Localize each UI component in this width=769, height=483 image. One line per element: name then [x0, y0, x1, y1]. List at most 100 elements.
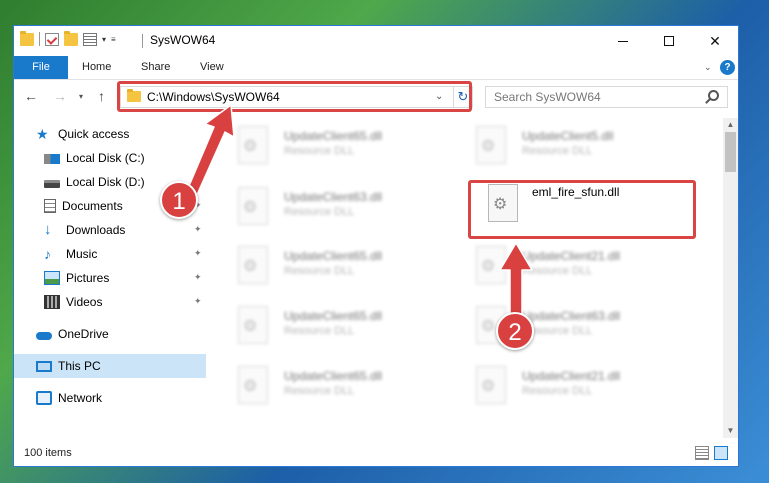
onedrive-icon: [36, 332, 52, 340]
file-name: UpdateClient5.dll: [522, 129, 614, 143]
sidebar-item-pictures[interactable]: Pictures ✦: [14, 266, 206, 290]
file-tile[interactable]: UpdateClient65.dll Resource DLL: [238, 246, 438, 290]
search-input[interactable]: [486, 87, 696, 107]
file-type: Resource DLL: [284, 145, 355, 157]
file-name: UpdateClient63.dll: [284, 190, 383, 204]
sidebar-item-label: Downloads: [66, 223, 126, 237]
file-name: UpdateClient65.dll: [284, 249, 383, 263]
dll-file-icon: [238, 187, 268, 225]
sidebar-item-label: Local Disk (D:): [66, 175, 145, 189]
drive-d-icon: [44, 179, 60, 188]
title-bar: ▾ ≡ SysWOW64 ✕: [14, 26, 738, 56]
documents-icon: [44, 199, 56, 213]
sidebar-item-label: Network: [58, 391, 103, 405]
ribbon: File Home Share View ⌄ ?: [14, 56, 738, 80]
window-title: SysWOW64: [150, 33, 216, 47]
sidebar-item-onedrive[interactable]: OneDrive: [14, 322, 206, 346]
pictures-icon: [44, 271, 60, 285]
vertical-scrollbar[interactable]: ▲ ▼: [723, 118, 738, 438]
file-tile[interactable]: UpdateClient63.dll Resource DLL: [238, 187, 438, 231]
file-tile[interactable]: UpdateClient65.dll Resource DLL: [238, 306, 438, 350]
search-box[interactable]: [485, 86, 728, 108]
minimize-button[interactable]: [600, 26, 646, 56]
sidebar-item-music[interactable]: ♪ Music ✦: [14, 242, 206, 266]
pin-icon: ✦: [194, 248, 202, 258]
sidebar-item-downloads[interactable]: ↓ Downloads ✦: [14, 218, 206, 242]
file-name: UpdateClient63.dll: [522, 309, 621, 323]
star-icon: ★: [36, 126, 49, 142]
step-2-badge: 2: [496, 312, 534, 350]
sidebar-item-quick-access[interactable]: ★ Quick access: [36, 122, 206, 146]
file-type: Resource DLL: [284, 265, 355, 277]
file-tile[interactable]: UpdateClient21.dll Resource DLL: [476, 246, 676, 290]
sidebar-item-label: Local Disk (C:): [66, 151, 145, 165]
up-button[interactable]: ↑: [98, 88, 105, 104]
sidebar-item-label: Quick access: [58, 127, 130, 141]
drive-c-icon: [44, 154, 60, 164]
title-divider: [142, 34, 143, 48]
search-icon[interactable]: [708, 90, 719, 101]
dll-file-icon: [476, 126, 506, 164]
close-button[interactable]: ✕: [692, 26, 738, 56]
new-folder-icon[interactable]: [64, 30, 78, 46]
item-count: 100 items: [24, 447, 72, 459]
pin-icon: ✦: [194, 224, 202, 234]
videos-icon: [44, 295, 60, 309]
sidebar-item-local-disk-c[interactable]: Local Disk (C:): [14, 146, 206, 170]
scroll-up-icon[interactable]: ▲: [723, 118, 738, 132]
file-list: UpdateClient65.dll Resource DLL UpdateCl…: [208, 118, 723, 438]
tab-view[interactable]: View: [200, 56, 224, 79]
pin-icon: ✦: [194, 296, 202, 306]
dll-file-icon: [238, 246, 268, 284]
customize-toolbar-chevron-icon[interactable]: ▾: [102, 35, 106, 44]
properties-check-icon[interactable]: [45, 32, 59, 46]
status-bar: 100 items: [14, 440, 738, 466]
file-name: UpdateClient65.dll: [284, 369, 383, 383]
details-view-icon[interactable]: [695, 446, 709, 460]
sidebar-item-label: Pictures: [66, 271, 110, 285]
file-highlight: [468, 180, 696, 239]
dll-file-icon: [238, 306, 268, 344]
maximize-button[interactable]: [646, 26, 692, 56]
large-icons-view-icon[interactable]: [714, 446, 728, 460]
music-icon: ♪: [44, 246, 51, 262]
close-icon: ✕: [709, 32, 721, 49]
pin-icon: ✦: [194, 272, 202, 282]
file-type: Resource DLL: [522, 265, 593, 277]
sidebar-item-network[interactable]: Network: [14, 386, 206, 410]
tab-file[interactable]: File: [14, 56, 68, 79]
pin-icon: ✦: [194, 176, 202, 186]
maximize-icon: [664, 36, 674, 46]
file-name: UpdateClient65.dll: [284, 309, 383, 323]
navigation-pane: ★ Quick access Local Disk (C:) Local Dis…: [14, 118, 208, 438]
properties-icon[interactable]: [83, 32, 97, 46]
dll-file-icon: [238, 366, 268, 404]
sidebar-item-videos[interactable]: Videos ✦: [14, 290, 206, 314]
dll-file-icon: [476, 366, 506, 404]
address-bar-highlight: [117, 81, 472, 112]
tab-share[interactable]: Share: [141, 56, 170, 79]
scroll-down-icon[interactable]: ▼: [723, 424, 738, 438]
dll-file-icon: [476, 246, 506, 284]
sidebar-item-label: Music: [66, 247, 98, 261]
this-pc-icon: [36, 360, 52, 372]
sidebar-item-label: OneDrive: [58, 327, 109, 341]
file-name: UpdateClient21.dll: [522, 249, 621, 263]
recent-locations-chevron-icon[interactable]: ▾: [79, 92, 83, 101]
step-1-badge: 1: [160, 181, 198, 219]
file-type: Resource DLL: [284, 325, 355, 337]
file-tile[interactable]: UpdateClient21.dll Resource DLL: [476, 366, 676, 410]
file-tile[interactable]: UpdateClient5.dll Resource DLL: [476, 126, 676, 170]
forward-button[interactable]: →: [53, 88, 67, 104]
scroll-thumb[interactable]: [725, 132, 736, 172]
file-tile[interactable]: UpdateClient65.dll Resource DLL: [238, 366, 438, 410]
expand-ribbon-chevron-icon[interactable]: ⌄: [704, 62, 712, 73]
sidebar-item-label: Videos: [66, 295, 103, 309]
file-tile[interactable]: UpdateClient65.dll Resource DLL: [238, 126, 438, 170]
sidebar-item-this-pc[interactable]: This PC: [14, 354, 206, 378]
help-icon[interactable]: ?: [720, 60, 735, 75]
back-button[interactable]: ←: [24, 88, 38, 104]
tab-home[interactable]: Home: [82, 56, 111, 79]
toolbar-menu-icon[interactable]: ≡: [111, 35, 116, 44]
quick-access-toolbar: ▾ ≡: [20, 30, 116, 46]
